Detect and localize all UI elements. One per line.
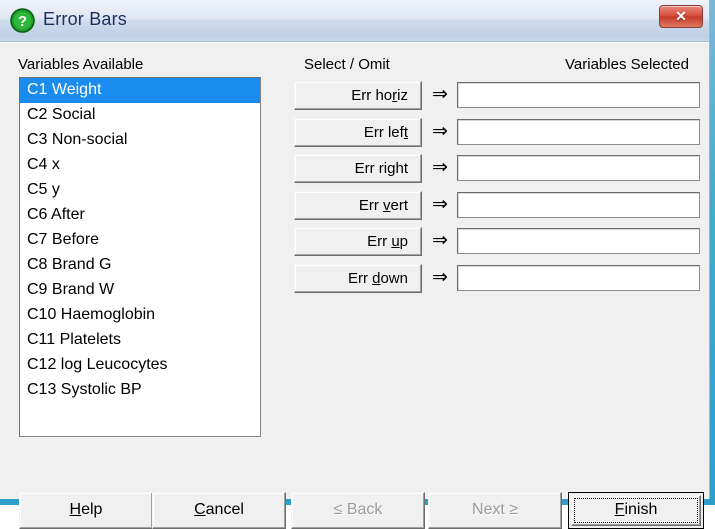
dialog-body: Variables Available Select / Omit Variab… xyxy=(0,42,709,529)
err-down-selected-field[interactable] xyxy=(457,264,700,291)
help-button[interactable]: Help xyxy=(19,492,153,529)
err-horiz-button[interactable]: Err horiz xyxy=(294,81,422,110)
select-omit-label: Select / Omit xyxy=(304,56,390,73)
err-up-button[interactable]: Err up xyxy=(294,227,422,256)
variable-list-item[interactable]: C9 Brand W xyxy=(20,278,260,303)
err-left-selected-field[interactable] xyxy=(457,118,700,145)
double-arrow-right-icon: ⇒ xyxy=(432,84,448,105)
cancel-button-label: Cancel xyxy=(194,501,244,518)
err-right-selected-field[interactable] xyxy=(457,155,700,181)
finish-button-label: Finish xyxy=(614,501,658,518)
variable-list-item[interactable]: C8 Brand G xyxy=(20,253,260,278)
variable-list-item[interactable]: C13 Systolic BP xyxy=(20,378,260,403)
next-button: Next ≥ xyxy=(428,492,562,529)
variable-list-item[interactable]: C10 Haemoglobin xyxy=(20,303,260,328)
dialog-window: ? Error Bars ✕ Variables Available Selec… xyxy=(0,0,715,529)
err-horiz-selected-field[interactable] xyxy=(457,82,700,108)
cancel-button[interactable]: Cancel xyxy=(152,492,286,529)
err-up-button-label: Err up xyxy=(367,233,408,250)
err-right-button[interactable]: Err right xyxy=(294,154,422,183)
help-button-label: Help xyxy=(69,501,103,518)
variable-list-item[interactable]: C5 y xyxy=(20,178,260,203)
err-down-button-label: Err down xyxy=(347,269,408,287)
err-up-selected-field[interactable] xyxy=(457,228,700,254)
variable-list-item[interactable]: C11 Platelets xyxy=(20,328,260,353)
close-button[interactable]: ✕ xyxy=(659,5,703,28)
double-arrow-right-icon: ⇒ xyxy=(432,193,448,215)
variable-list-item[interactable]: C4 x xyxy=(20,153,260,178)
variable-list-item[interactable]: C1 Weight xyxy=(20,78,260,103)
variables-selected-label: Variables Selected xyxy=(565,56,689,73)
err-vert-button-label: Err vert xyxy=(358,196,408,214)
dialog-frame: ? Error Bars ✕ Variables Available Selec… xyxy=(0,0,710,529)
close-icon: ✕ xyxy=(675,8,687,24)
title-bar[interactable]: ? Error Bars ✕ xyxy=(0,0,709,42)
err-vert-selected-field[interactable] xyxy=(457,191,700,218)
variable-list-item[interactable]: C12 log Leucocytes xyxy=(20,353,260,378)
svg-text:?: ? xyxy=(18,13,27,30)
back-button: ≤ Back xyxy=(291,492,425,529)
variable-list-item[interactable]: C6 After xyxy=(20,203,260,228)
finish-button[interactable]: Finish xyxy=(568,492,704,529)
variables-available-label: Variables Available xyxy=(18,56,144,73)
err-left-button-label: Err left xyxy=(363,123,408,141)
err-left-button[interactable]: Err left xyxy=(294,117,422,147)
next-button-label: Next ≥ xyxy=(471,501,519,518)
err-vert-button[interactable]: Err vert xyxy=(294,190,422,220)
err-horiz-button-label: Err horiz xyxy=(351,87,408,104)
variable-list-item[interactable]: C7 Before xyxy=(20,228,260,253)
double-arrow-right-icon: ⇒ xyxy=(432,230,448,251)
question-mark-icon: ? xyxy=(10,8,35,33)
variable-list-item[interactable]: C3 Non-social xyxy=(20,128,260,153)
variables-available-list[interactable]: C1 Weight C2 Social C3 Non-social C4 x C5 yC… xyxy=(19,77,261,437)
window-title: Error Bars xyxy=(43,9,128,29)
err-down-button[interactable]: Err down xyxy=(294,263,422,293)
err-right-button-label: Err right xyxy=(354,160,408,177)
double-arrow-right-icon: ⇒ xyxy=(432,120,448,142)
double-arrow-right-icon: ⇒ xyxy=(432,266,448,288)
double-arrow-right-icon: ⇒ xyxy=(432,157,448,178)
variable-list-item[interactable]: C2 Social xyxy=(20,103,260,128)
back-button-label: ≤ Back xyxy=(333,501,383,518)
